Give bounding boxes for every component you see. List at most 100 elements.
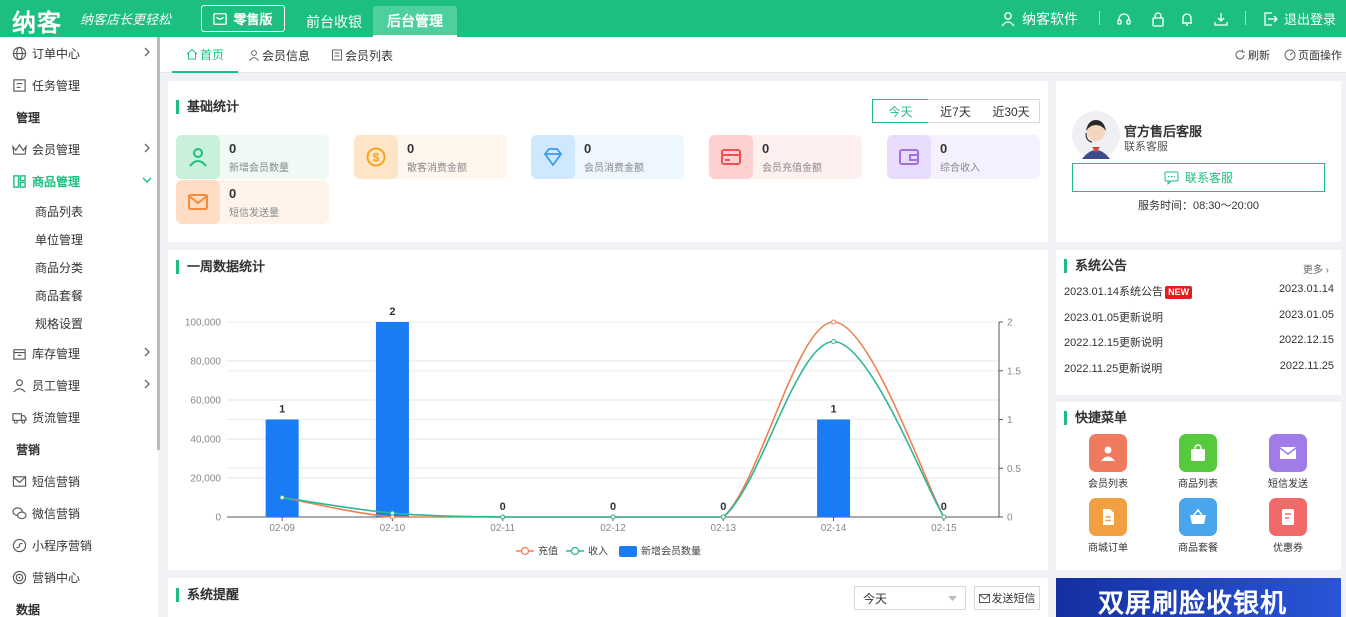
y-right-tick-label: 2 [1007, 318, 1013, 329]
sidebar-item-wechat-marketing[interactable]: 微信营销 [0, 497, 158, 529]
x-tick-label: 02-11 [490, 523, 515, 534]
quick-goods-package[interactable]: 商品套餐 [1158, 498, 1238, 558]
refresh-button[interactable]: 刷新 [1234, 37, 1270, 73]
quick-label: 商品列表 [1178, 479, 1218, 490]
sidebar-item-order-center[interactable]: 订单中心 [0, 37, 158, 69]
sidebar-section-label: 管理 [16, 110, 41, 125]
legend-swatch-dot [520, 546, 530, 556]
sidebar-item-staff-mgmt[interactable]: 员工管理 [0, 369, 158, 401]
sidebar-item-stock-mgmt[interactable]: 库存管理 [0, 337, 158, 369]
edition-badge[interactable]: 零售版 [201, 5, 285, 32]
document-icon [1103, 509, 1114, 525]
sidebar-label: 短信营销 [32, 474, 81, 489]
tab-label: 会员信息 [262, 48, 311, 63]
quick-menu-title: 快捷菜单 [1064, 411, 1127, 425]
send-sms-button[interactable]: 发送短信 [974, 586, 1040, 610]
range-today-button[interactable]: 今天 [872, 99, 929, 123]
range-30-days-button[interactable]: 近30天 [983, 99, 1040, 123]
sidebar-item-logistics-mgmt[interactable]: 货流管理 [0, 401, 158, 433]
gauge-icon [1284, 49, 1296, 61]
y-left-tick-label: 80,000 [190, 357, 221, 368]
sidebar-label: 商品管理 [32, 174, 81, 189]
notice-item-date: 2023.01.05 [1278, 309, 1334, 321]
contact-service-button[interactable]: 联系客服 [1072, 163, 1325, 192]
tab-member-list[interactable]: 会员列表 [331, 37, 393, 73]
envelope-icon [978, 593, 990, 603]
sidebar-subitem-spec-setting[interactable]: 规格设置 [0, 307, 158, 339]
nav-front-cashier[interactable]: 前台收银 [292, 6, 376, 37]
logout-button[interactable]: 退出登录 [1262, 0, 1336, 37]
sidebar-item-goods-mgmt[interactable]: 商品管理 [0, 165, 158, 197]
range-7-days-button[interactable]: 近7天 [928, 99, 984, 123]
notice-item[interactable]: 2022.12.15更新说明 2022.12.15 [1064, 331, 1334, 351]
tab-home[interactable]: 首页 [172, 37, 238, 73]
promo-banner[interactable]: 双屏刷脸收银机 [1056, 578, 1341, 617]
chevron-right-icon [144, 347, 150, 357]
nav-back-office[interactable]: 后台管理 [373, 6, 457, 37]
sidebar-label: 商品分类 [35, 260, 84, 275]
line-point [500, 514, 506, 520]
line-point [720, 514, 726, 520]
user-icon [1001, 11, 1015, 26]
quick-goods-list[interactable]: 商品列表 [1158, 434, 1238, 494]
quick-sms-send[interactable]: 短信发送 [1248, 434, 1328, 494]
headset-icon[interactable] [1116, 0, 1132, 37]
bar-data-label: 0 [500, 501, 506, 513]
y-left-tick-label: 20,000 [190, 474, 221, 485]
top-bar: 纳客 纳客店长更轻松 零售版 前台收银 后台管理 纳客软件 退出登录 [0, 0, 1346, 37]
x-tick-label: 02-09 [269, 523, 295, 534]
notice-item[interactable]: 2022.11.25更新说明 2022.11.25 [1064, 357, 1334, 377]
sidebar-item-member-mgmt[interactable]: 会员管理 [0, 133, 158, 165]
y-left-tick-label: 0 [215, 513, 221, 524]
legend-swatch-dot [570, 546, 580, 556]
chevron-right-icon [144, 143, 150, 153]
y-left-tick-label: 100,000 [185, 318, 222, 329]
weekly-stats-card: 一周数据统计 0 20,000 40,000 60,000 80,000 100,000 0… [168, 250, 1048, 570]
sidebar-item-mini-marketing[interactable]: 小程序营销 [0, 529, 158, 561]
service-subtitle: 联系客服 [1124, 141, 1168, 153]
home-icon [186, 48, 198, 60]
quick-label: 短信发送 [1268, 479, 1308, 490]
x-tick-label: 02-10 [380, 523, 406, 534]
envelope-icon [1279, 447, 1297, 459]
notice-item-date: 2022.11.25 [1279, 360, 1334, 372]
quick-label: 商品套餐 [1178, 543, 1218, 554]
page-ops-button[interactable]: 页面操作 [1284, 37, 1342, 73]
x-tick-label: 02-13 [710, 523, 736, 534]
quick-coupons[interactable]: 优惠券 [1248, 498, 1328, 558]
notice-item[interactable]: 2023.01.14系统公告 NEW 2023.01.14 [1064, 280, 1334, 300]
y-right-tick-label: 1 [1007, 415, 1013, 426]
quick-member-list[interactable]: 会员列表 [1068, 434, 1148, 494]
line-point [610, 514, 616, 520]
stat-label: 会员充值金额 [762, 163, 822, 174]
sidebar-section-label: 数据 [16, 602, 41, 617]
notice-item-title: 2022.11.25更新说明 [1064, 363, 1163, 375]
notice-item[interactable]: 2023.01.05更新说明 2023.01.05 [1064, 306, 1334, 326]
sidebar-item-sms-marketing[interactable]: 短信营销 [0, 465, 158, 497]
envelope-icon [12, 476, 27, 487]
globe-icon [12, 46, 27, 61]
quick-label: 优惠券 [1273, 543, 1303, 554]
notice-more-link[interactable]: 更多 › [1303, 261, 1329, 276]
coupon-icon [1282, 509, 1294, 525]
svg-text:$: $ [373, 151, 380, 165]
line-point [279, 495, 285, 500]
basic-stats-title: 基础统计 [176, 100, 239, 114]
reminder-period-select[interactable]: 今天 [854, 586, 966, 610]
sidebar-label: 货流管理 [32, 410, 81, 425]
stat-value: 0 [762, 141, 770, 156]
sidebar-scrollbar[interactable] [157, 37, 160, 450]
sidebar-item-task-mgmt[interactable]: 任务管理 [0, 69, 158, 101]
user-menu[interactable]: 纳客软件 [1000, 0, 1078, 37]
lock-icon[interactable] [1150, 0, 1166, 37]
x-tick-label: 02-14 [821, 523, 847, 534]
sidebar-label: 商品列表 [35, 204, 84, 219]
bell-icon[interactable] [1179, 0, 1195, 37]
line-point [941, 514, 947, 520]
stat-sms-sent: 0 短信发送量 [176, 180, 329, 224]
download-icon[interactable] [1213, 0, 1229, 37]
quick-mall-orders[interactable]: 商城订单 [1068, 498, 1148, 558]
sidebar-item-marketing-center[interactable]: 营销中心 [0, 561, 158, 593]
tab-member-info[interactable]: 会员信息 [248, 37, 310, 73]
sidebar-section-marketing: 营销 [0, 433, 158, 465]
